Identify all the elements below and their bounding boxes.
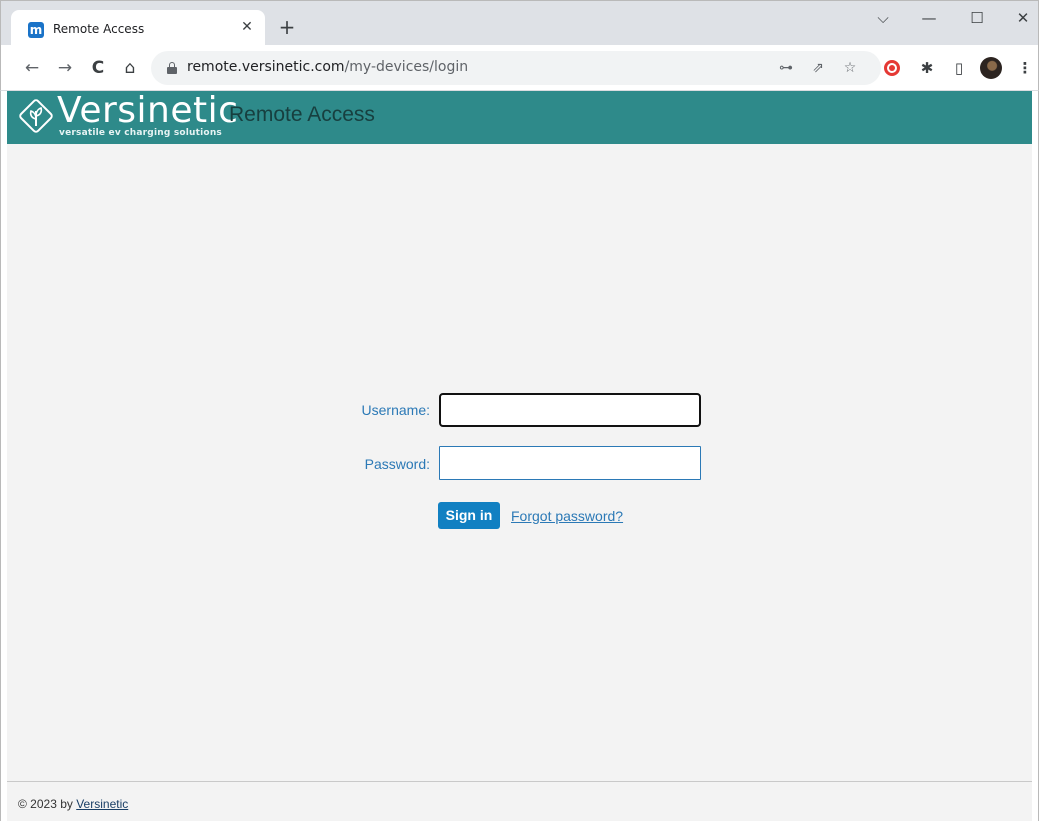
lock-icon[interactable]	[167, 62, 177, 74]
forgot-password-link[interactable]: Forgot password?	[511, 508, 623, 524]
app-title: Remote Access	[229, 103, 375, 126]
window-border-right	[1032, 91, 1039, 821]
site-footer: © 2023 by Versinetic	[7, 781, 1032, 821]
forward-icon[interactable]: →	[54, 57, 76, 79]
password-key-icon[interactable]: ⊶	[777, 59, 795, 77]
brand-name[interactable]: Versinetic	[57, 91, 238, 131]
copyright-text: © 2023 by Versinetic	[18, 797, 128, 811]
favicon-icon: m	[28, 22, 44, 38]
profile-avatar[interactable]	[980, 57, 1002, 79]
copyright-prefix: © 2023 by	[18, 797, 77, 811]
browser-tab-bar: m Remote Access ✕ + ⌵ — ☐ ✕	[0, 0, 1039, 46]
extensions-icon[interactable]: ✱	[917, 58, 937, 78]
password-input[interactable]	[439, 446, 701, 480]
site-header: Versinetic versatile ev charging solutio…	[7, 91, 1032, 144]
username-input[interactable]	[439, 393, 701, 427]
username-label: Username:	[361, 402, 430, 418]
window-border-left	[0, 91, 7, 821]
url-text[interactable]: remote.versinetic.com/my-devices/login	[187, 59, 468, 75]
versinetic-link[interactable]: Versinetic	[76, 797, 128, 811]
back-icon[interactable]: ←	[21, 57, 43, 79]
bookmark-star-icon[interactable]: ☆	[841, 59, 859, 77]
record-extension-icon[interactable]	[884, 60, 900, 76]
maximize-icon[interactable]: ☐	[967, 9, 987, 27]
browser-menu-icon[interactable]: ⋮	[1015, 58, 1035, 78]
tab-title: Remote Access	[53, 22, 145, 36]
minimize-icon[interactable]: —	[919, 9, 939, 27]
new-tab-button[interactable]: +	[277, 17, 297, 37]
url-domain: remote.versinetic.com	[187, 59, 345, 75]
url-path: /my-devices/login	[344, 59, 469, 75]
tab-search-icon[interactable]: ⌵	[873, 9, 893, 27]
versinetic-logo-icon[interactable]	[19, 99, 53, 133]
browser-tab[interactable]: m Remote Access ✕	[11, 10, 265, 46]
brand-tagline: versatile ev charging solutions	[59, 128, 222, 138]
main-content: Username: Password: Sign in Forgot passw…	[7, 144, 1032, 781]
reload-icon[interactable]: C	[87, 57, 109, 79]
window-close-icon[interactable]: ✕	[1013, 9, 1033, 27]
address-bar[interactable]: remote.versinetic.com/my-devices/login ⊶…	[151, 51, 881, 85]
tab-close-icon[interactable]: ✕	[239, 19, 255, 35]
login-form: Username: Password: Sign in Forgot passw…	[7, 144, 1032, 781]
share-icon[interactable]: ⇗	[809, 59, 827, 77]
side-panel-icon[interactable]: ▯	[949, 58, 969, 78]
home-icon[interactable]: ⌂	[119, 57, 141, 79]
password-label: Password:	[364, 456, 430, 472]
sign-in-button[interactable]: Sign in	[438, 502, 500, 529]
